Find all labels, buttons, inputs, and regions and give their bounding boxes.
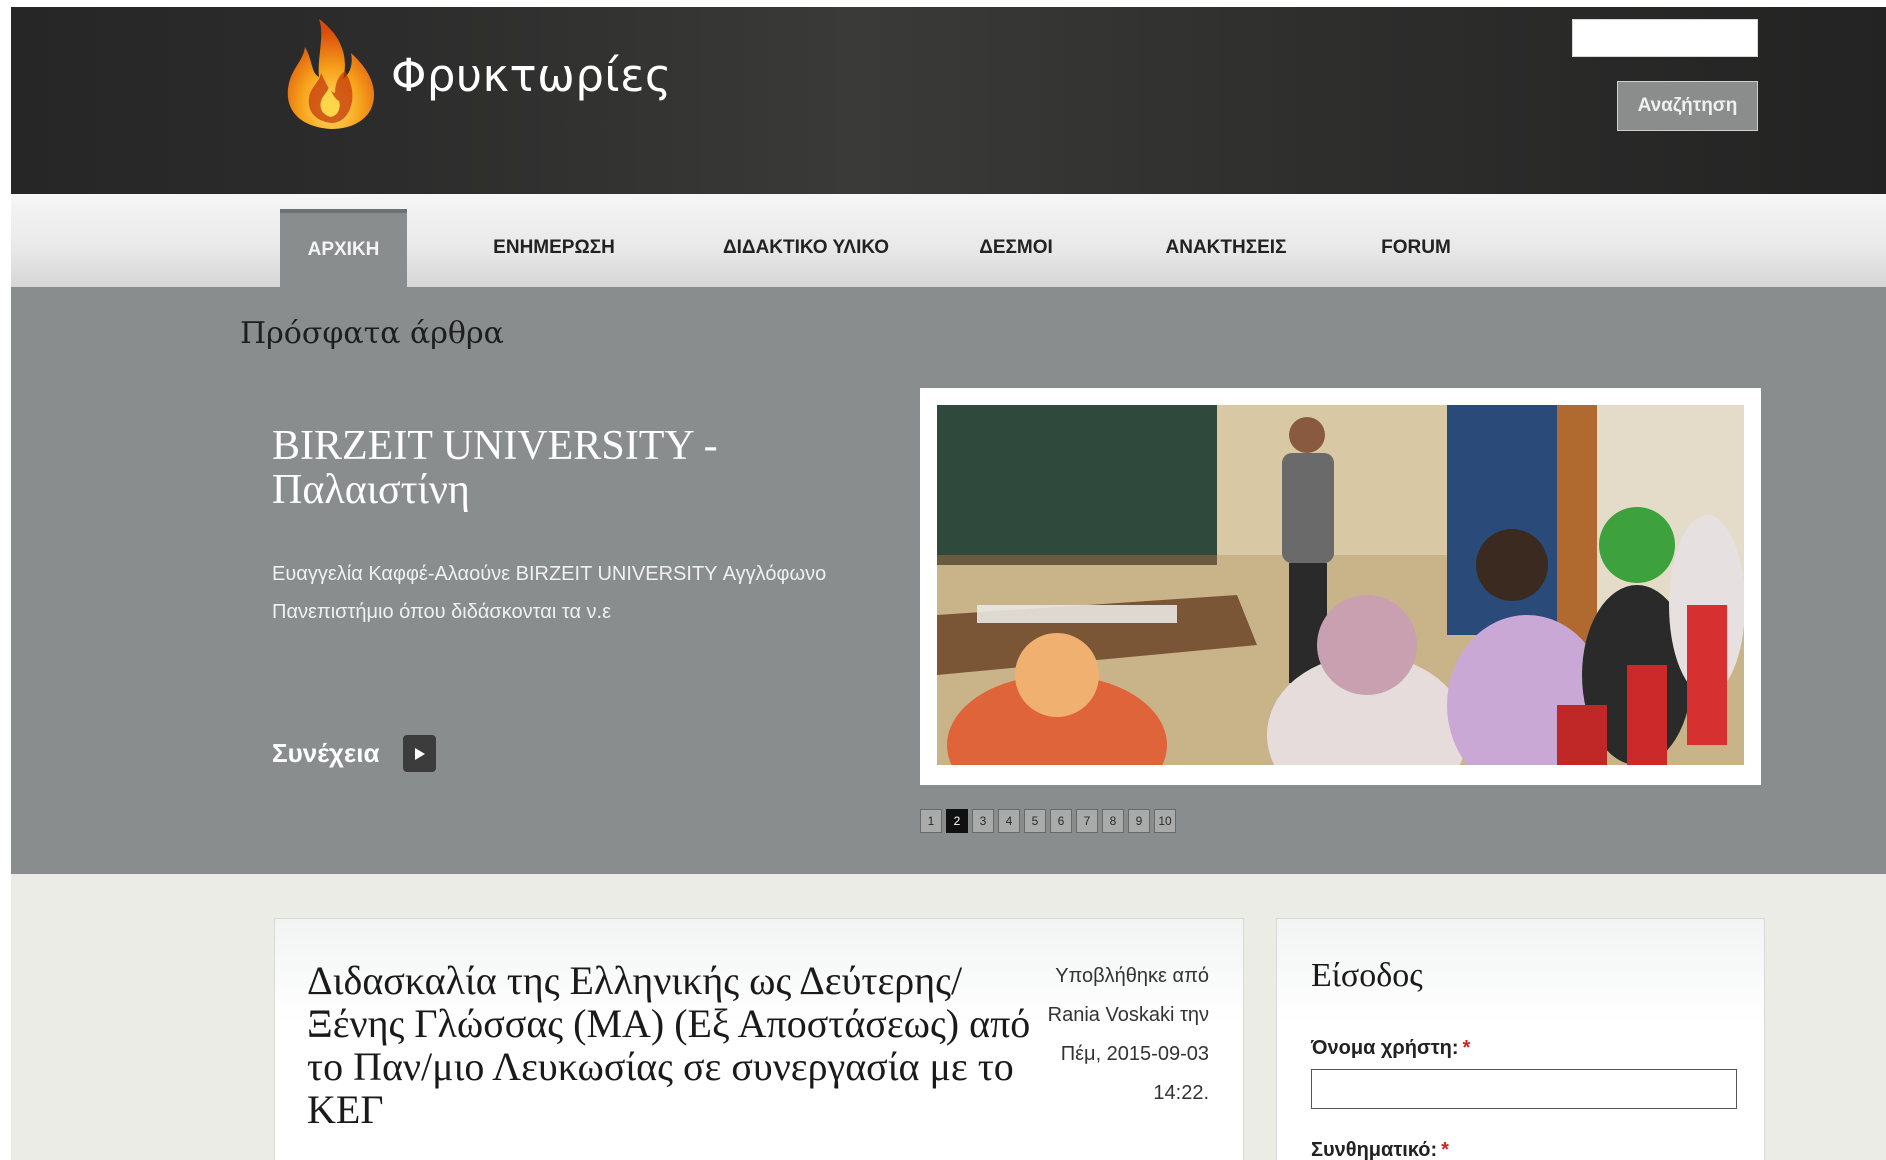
pager-page-9[interactable]: 9 — [1128, 809, 1150, 833]
play-arrow-icon[interactable] — [403, 735, 437, 772]
nav-item-teaching-material[interactable]: ΔΙΔΑΚΤΙΚΟ ΥΛΙΚΟ — [701, 209, 911, 287]
classroom-photo[interactable] — [937, 405, 1744, 765]
pager-page-4[interactable]: 4 — [998, 809, 1020, 833]
password-label: Συνθηματικό: * — [1311, 1139, 1449, 1160]
meta-author[interactable]: Rania Voskaki την — [1009, 996, 1209, 1035]
slide-title[interactable]: BIRZEIT UNIVERSITY - Παλαιστίνη — [272, 424, 752, 512]
pager-page-2[interactable]: 2 — [946, 809, 968, 833]
article-meta: Υποβλήθηκε από Rania Voskaki την Πέμ, 20… — [1009, 957, 1209, 1113]
nav-item-retrievals[interactable]: ΑΝΑΚΤΗΣΕΙΣ — [1136, 209, 1316, 287]
username-input[interactable] — [1311, 1069, 1737, 1109]
pager-page-1[interactable]: 1 — [920, 809, 942, 833]
slide-summary: Ευαγγελία Καφφέ-Αλαούνε BIRZEIT UNIVERSI… — [272, 563, 827, 623]
nav-item-news[interactable]: ΕΝΗΜΕΡΩΣΗ — [469, 209, 639, 287]
nav-item-forum[interactable]: FORUM — [1361, 209, 1471, 287]
username-label: Όνομα χρήστη: * — [1311, 1037, 1470, 1060]
search-button[interactable]: Αναζήτηση — [1617, 81, 1758, 131]
pager-page-3[interactable]: 3 — [972, 809, 994, 833]
slide-pager: 1 2 3 4 5 6 7 8 9 10 — [920, 809, 1176, 833]
pager-page-5[interactable]: 5 — [1024, 809, 1046, 833]
meta-submitted-by: Υποβλήθηκε από — [1055, 965, 1209, 987]
password-label-text: Συνθηματικό: — [1311, 1139, 1438, 1160]
article-card: Διδασκαλία της Ελληνικής ως Δεύτερης/Ξέν… — [274, 918, 1244, 1160]
page: Φρυκτωρίες Αναζήτηση ΑΡΧΙΚΗ ΕΝΗΜΕΡΩΣΗ ΔΙ… — [11, 7, 1886, 1160]
continue-label[interactable]: Συνέχεια — [272, 738, 379, 769]
flame-logo-icon[interactable] — [279, 17, 384, 132]
nav-item-home[interactable]: ΑΡΧΙΚΗ — [280, 209, 407, 287]
pager-page-10[interactable]: 10 — [1154, 809, 1176, 833]
pager-page-6[interactable]: 6 — [1050, 809, 1072, 833]
site-name[interactable]: Φρυκτωρίες — [391, 49, 672, 102]
main-content: Διδασκαλία της Ελληνικής ως Δεύτερης/Ξέν… — [11, 874, 1886, 1160]
login-title: Είσοδος — [1311, 957, 1423, 994]
recent-articles-slideshow: Πρόσφατα άρθρα BIRZEIT UNIVERSITY - Παλα… — [11, 287, 1886, 874]
article-title[interactable]: Διδασκαλία της Ελληνικής ως Δεύτερης/Ξέν… — [307, 959, 1047, 1131]
main-navigation: ΑΡΧΙΚΗ ΕΝΗΜΕΡΩΣΗ ΔΙΔΑΚΤΙΚΟ ΥΛΙΚΟ ΔΕΣΜΟΙ … — [11, 194, 1886, 287]
continue-link[interactable]: Συνέχεια — [272, 735, 437, 772]
required-mark: * — [1462, 1037, 1471, 1059]
search-input[interactable] — [1572, 19, 1758, 57]
meta-time: 14:22. — [1153, 1082, 1209, 1104]
required-mark: * — [1441, 1139, 1449, 1160]
pager-page-8[interactable]: 8 — [1102, 809, 1124, 833]
pager-page-7[interactable]: 7 — [1076, 809, 1098, 833]
site-header: Φρυκτωρίες Αναζήτηση — [11, 7, 1886, 194]
username-label-text: Όνομα χρήστη: — [1311, 1037, 1459, 1059]
section-title: Πρόσφατα άρθρα — [240, 316, 504, 351]
login-block: Είσοδος Όνομα χρήστη: * Συνθηματικό: * — [1276, 918, 1765, 1160]
slide-image-frame — [920, 388, 1761, 785]
meta-date: Πέμ, 2015-09-03 — [1060, 1043, 1209, 1065]
nav-item-links[interactable]: ΔΕΣΜΟΙ — [961, 209, 1071, 287]
